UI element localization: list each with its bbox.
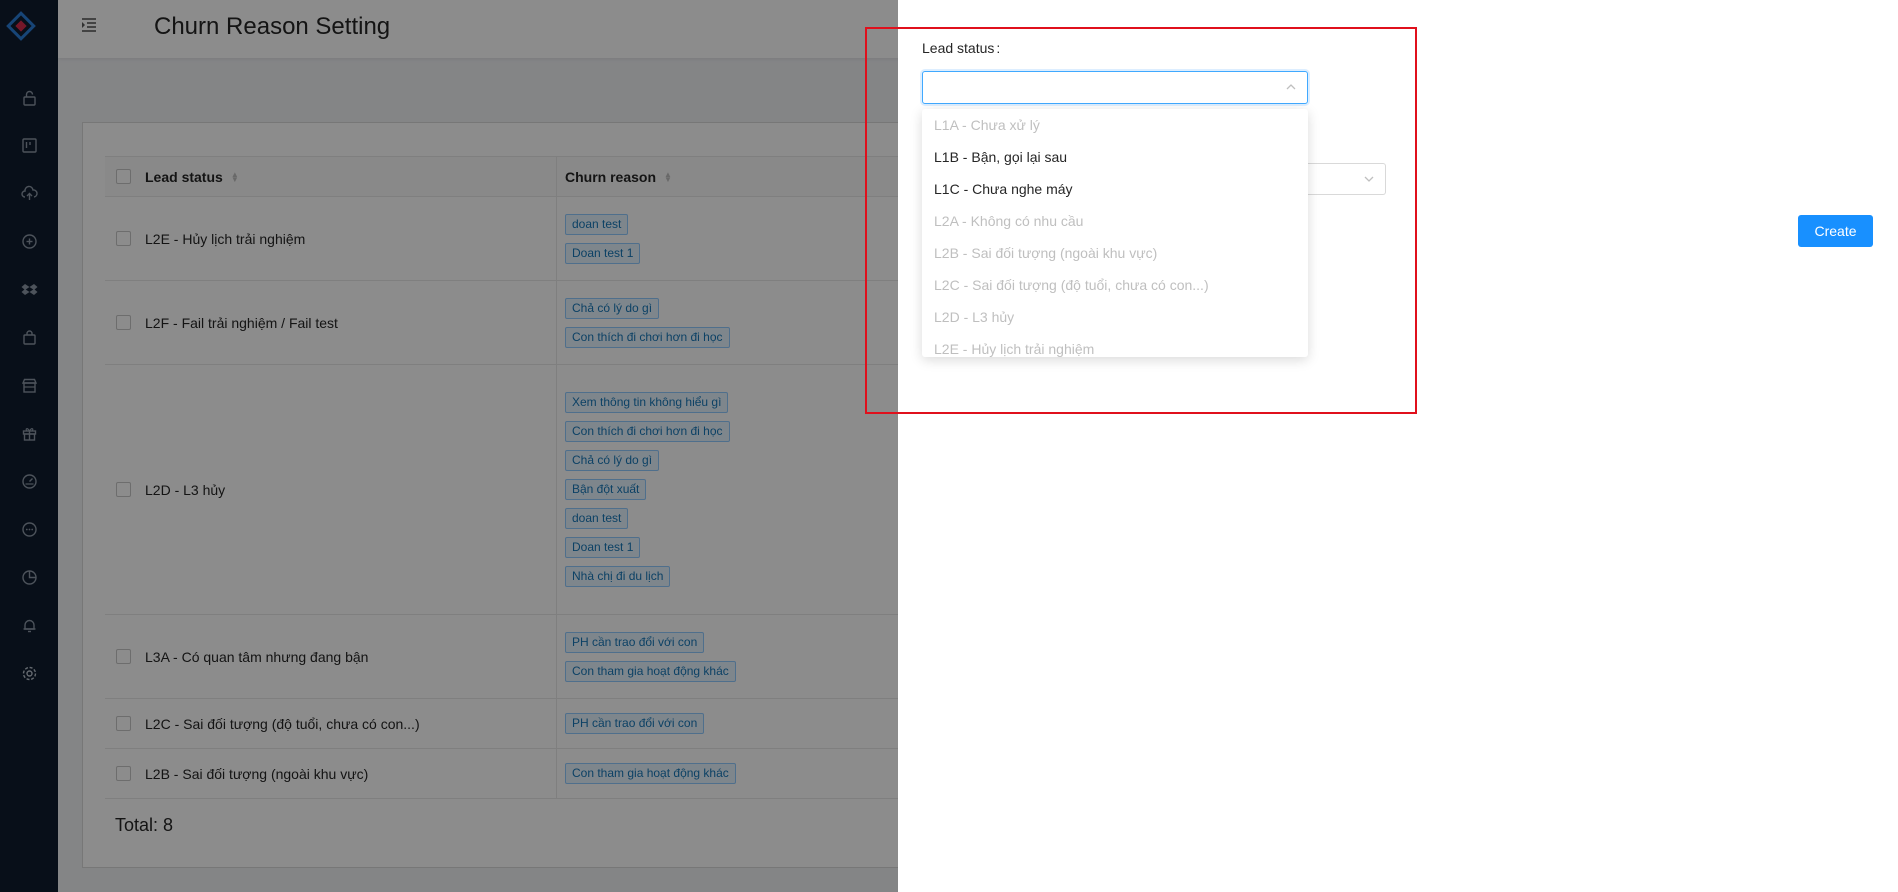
lead-status-option: L2B - Sai đối tượng (ngoài khu vực) <box>934 245 1158 261</box>
chevron-down-icon <box>1364 176 1374 182</box>
lead-status-option[interactable]: L1B - Bận, gọi lại sau <box>922 141 1308 173</box>
create-button[interactable]: Create <box>1798 215 1873 247</box>
lead-status-option[interactable]: L1C - Chưa nghe máy <box>922 173 1308 205</box>
lead-status-dropdown: L1A - Chưa xử lý L1B - Bận, gọi lại sau L1… <box>922 109 1308 357</box>
lead-status-select[interactable] <box>922 71 1308 104</box>
lead-status-option: L2E - Hủy lịch trải nghiệm <box>934 341 1095 357</box>
create-drawer: Lead status: L1A - Chưa xử lý L1B - Bận, … <box>898 0 1898 892</box>
lead-status-option: L1A - Chưa xử lý <box>934 117 1040 133</box>
lead-status-label: Lead status: <box>922 40 1001 56</box>
chevron-up-icon <box>1286 84 1296 90</box>
churn-reason-select[interactable] <box>1308 163 1386 195</box>
modal-mask[interactable] <box>0 0 898 892</box>
lead-status-option: L2C - Sai đối tượng (độ tuổi, chưa có co… <box>934 277 1209 293</box>
lead-status-option: L2A - Không có nhu cầu <box>934 213 1084 229</box>
lead-status-option: L2D - L3 hủy <box>934 309 1015 325</box>
